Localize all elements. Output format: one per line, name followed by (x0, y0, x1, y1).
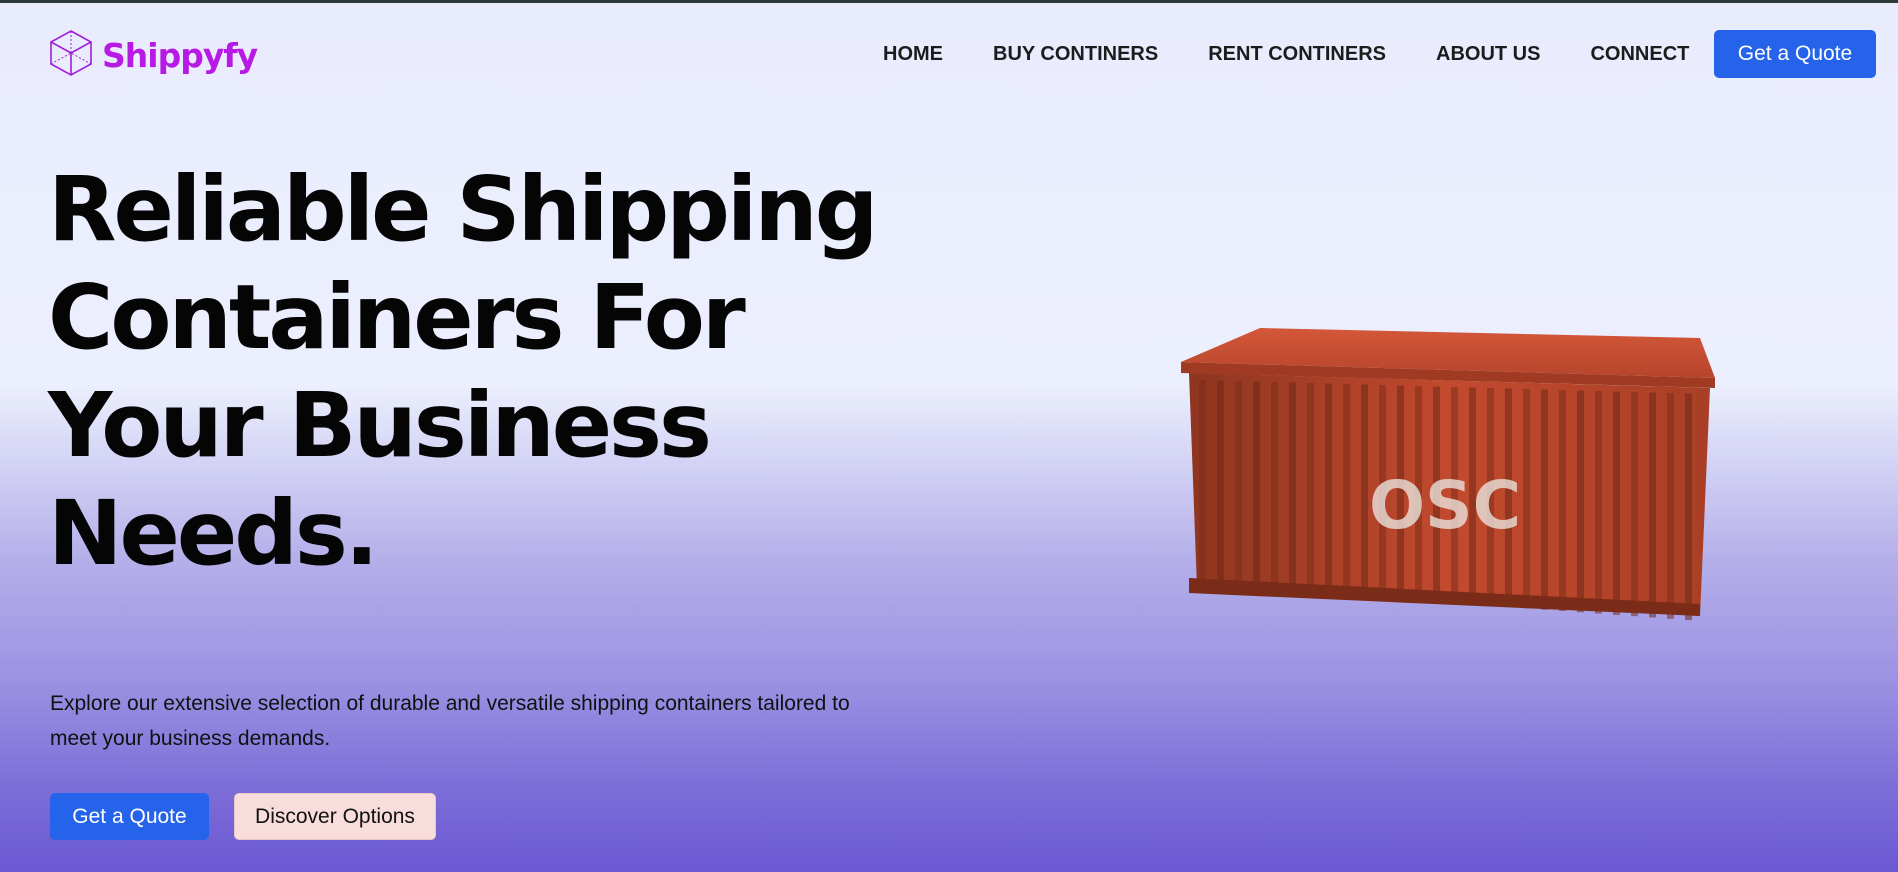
nav-rent-containers[interactable]: RENT CONTINERS (1208, 43, 1386, 66)
nav-home[interactable]: HOME (883, 43, 943, 66)
brand-logo[interactable]: Shippyfy (48, 29, 258, 82)
discover-options-button[interactable]: Discover Options (234, 793, 436, 840)
hero-description: Explore our extensive selection of durab… (50, 692, 850, 750)
nav-buy-containers[interactable]: BUY CONTINERS (993, 43, 1158, 66)
hero-title-line: Your Business (48, 373, 712, 477)
hero-title-line: Reliable Shipping (48, 157, 878, 261)
brand-name: Shippyfy (102, 36, 258, 75)
hero-title-line: Containers For (48, 265, 746, 369)
nav-connect[interactable]: CONNECT (1590, 43, 1689, 66)
hero-title-line: Needs. (48, 481, 379, 585)
nav-about-us[interactable]: ABOUT US (1436, 43, 1540, 66)
site-header: Shippyfy HOME BUY CONTINERS RENT CONTINE… (0, 3, 1898, 103)
get-quote-button[interactable]: Get a Quote (50, 793, 209, 840)
main-menu: HOME BUY CONTINERS RENT CONTINERS ABOUT … (883, 43, 1739, 66)
get-quote-nav-button[interactable]: Get a Quote (1714, 30, 1876, 78)
shipping-container-image: OSC (1175, 318, 1720, 628)
hero-title: Reliable Shipping Containers For Your Bu… (48, 155, 878, 587)
container-logo-text: OSC (1369, 467, 1521, 544)
cube-icon (48, 29, 94, 82)
